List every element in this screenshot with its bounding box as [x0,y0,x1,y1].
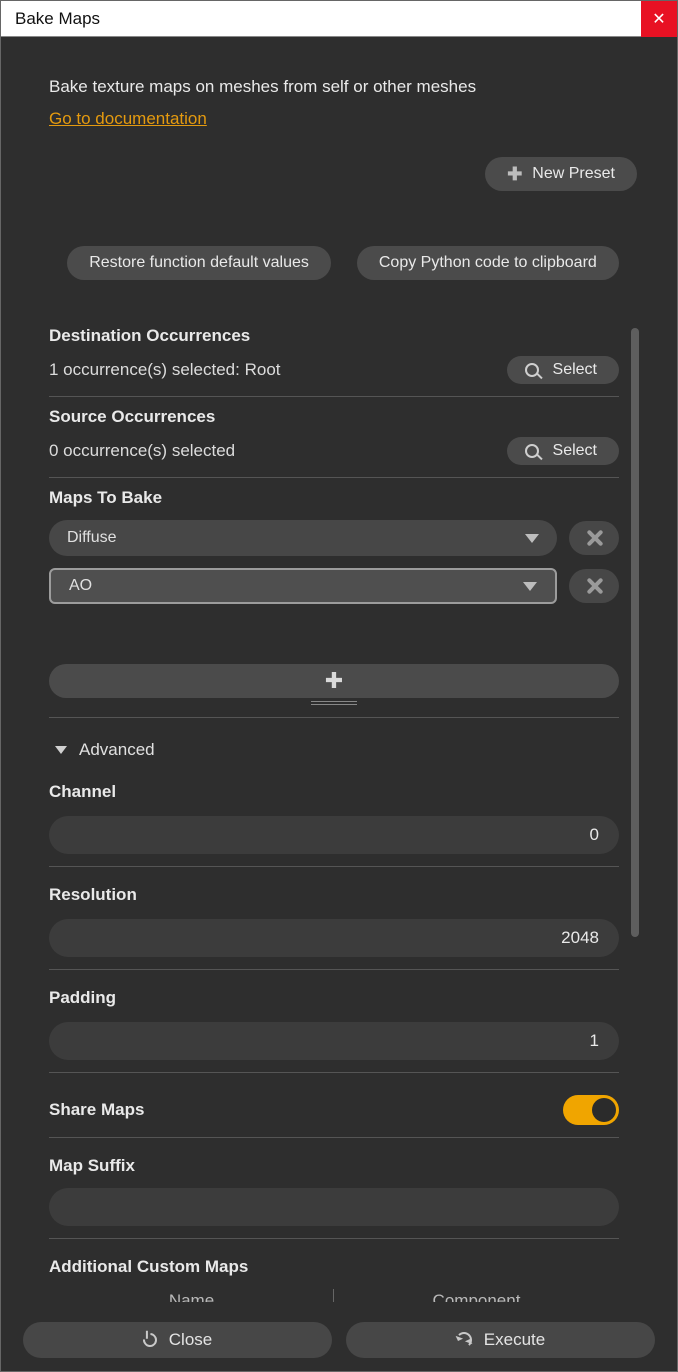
resolution-label: Resolution [49,885,619,905]
map-suffix-label: Map Suffix [49,1156,619,1176]
share-maps-toggle[interactable] [563,1095,619,1125]
divider [49,1238,619,1239]
search-icon [525,444,539,458]
parameters-scroll-area: Destination Occurrences 1 occurrence(s) … [49,320,637,1302]
divider [49,1137,619,1138]
column-name: Name [49,1291,334,1302]
close-button[interactable]: Close [23,1322,332,1358]
map-type-select[interactable]: AO [49,568,557,604]
column-component: Component [334,1291,619,1302]
plus-icon: ✚ [507,165,522,183]
refresh-icon [456,1332,472,1348]
chevron-down-icon [55,746,67,754]
advanced-toggle[interactable]: Advanced [49,736,619,764]
map-type-label: AO [69,577,92,595]
copy-python-button[interactable]: Copy Python code to clipboard [357,246,619,280]
divider [49,969,619,970]
x-icon [585,577,603,595]
add-map-button[interactable]: ✚ [49,664,619,698]
dialog-body: Bake texture maps on meshes from self or… [1,37,677,1309]
chevron-down-icon [525,534,539,543]
documentation-link[interactable]: Go to documentation [49,109,207,129]
map-suffix-input[interactable] [49,1188,619,1226]
divider [49,717,619,718]
new-preset-label: New Preset [532,165,615,183]
map-row-diffuse: Diffuse [49,520,619,556]
custom-maps-label: Additional Custom Maps [49,1257,619,1277]
padding-input[interactable] [49,1022,619,1060]
remove-map-button[interactable] [569,569,619,603]
restore-defaults-button[interactable]: Restore function default values [67,246,331,280]
destination-status: 1 occurrence(s) selected: Root [49,360,281,380]
x-icon [585,529,603,547]
search-icon [525,363,539,377]
remove-map-button[interactable] [569,521,619,555]
divider [49,396,619,397]
divider [49,1072,619,1073]
map-type-label: Diffuse [67,529,117,547]
window-title: Bake Maps [1,9,100,29]
map-type-select[interactable]: Diffuse [49,520,557,556]
share-maps-label: Share Maps [49,1100,144,1120]
window-close-button[interactable]: ✕ [641,1,677,37]
description-text: Bake texture maps on meshes from self or… [49,77,637,97]
new-preset-button[interactable]: ✚ New Preset [485,157,637,191]
custom-maps-table-header: Name Component [49,1291,619,1302]
resize-handle-icon[interactable] [311,701,357,705]
source-occurrences-title: Source Occurrences [49,407,619,427]
channel-label: Channel [49,782,619,802]
destination-select-button[interactable]: Select [507,356,619,384]
close-icon: ✕ [652,9,665,29]
divider [49,477,619,478]
execute-button[interactable]: Execute [346,1322,655,1358]
map-row-ao: AO [49,568,619,604]
maps-to-bake-title: Maps To Bake [49,488,619,508]
channel-input[interactable] [49,816,619,854]
divider [49,866,619,867]
bake-maps-window: Bake Maps ✕ Bake texture maps on meshes … [0,0,678,1372]
destination-occurrences-title: Destination Occurrences [49,326,619,346]
padding-label: Padding [49,988,619,1008]
toggle-knob [592,1098,616,1122]
chevron-down-icon [523,582,537,591]
titlebar: Bake Maps ✕ [1,1,677,37]
resolution-input[interactable] [49,919,619,957]
plus-icon: ✚ [325,668,343,694]
power-icon [140,1330,160,1350]
source-status: 0 occurrence(s) selected [49,441,235,461]
source-select-button[interactable]: Select [507,437,619,465]
dialog-footer: Close Execute [1,1309,677,1371]
